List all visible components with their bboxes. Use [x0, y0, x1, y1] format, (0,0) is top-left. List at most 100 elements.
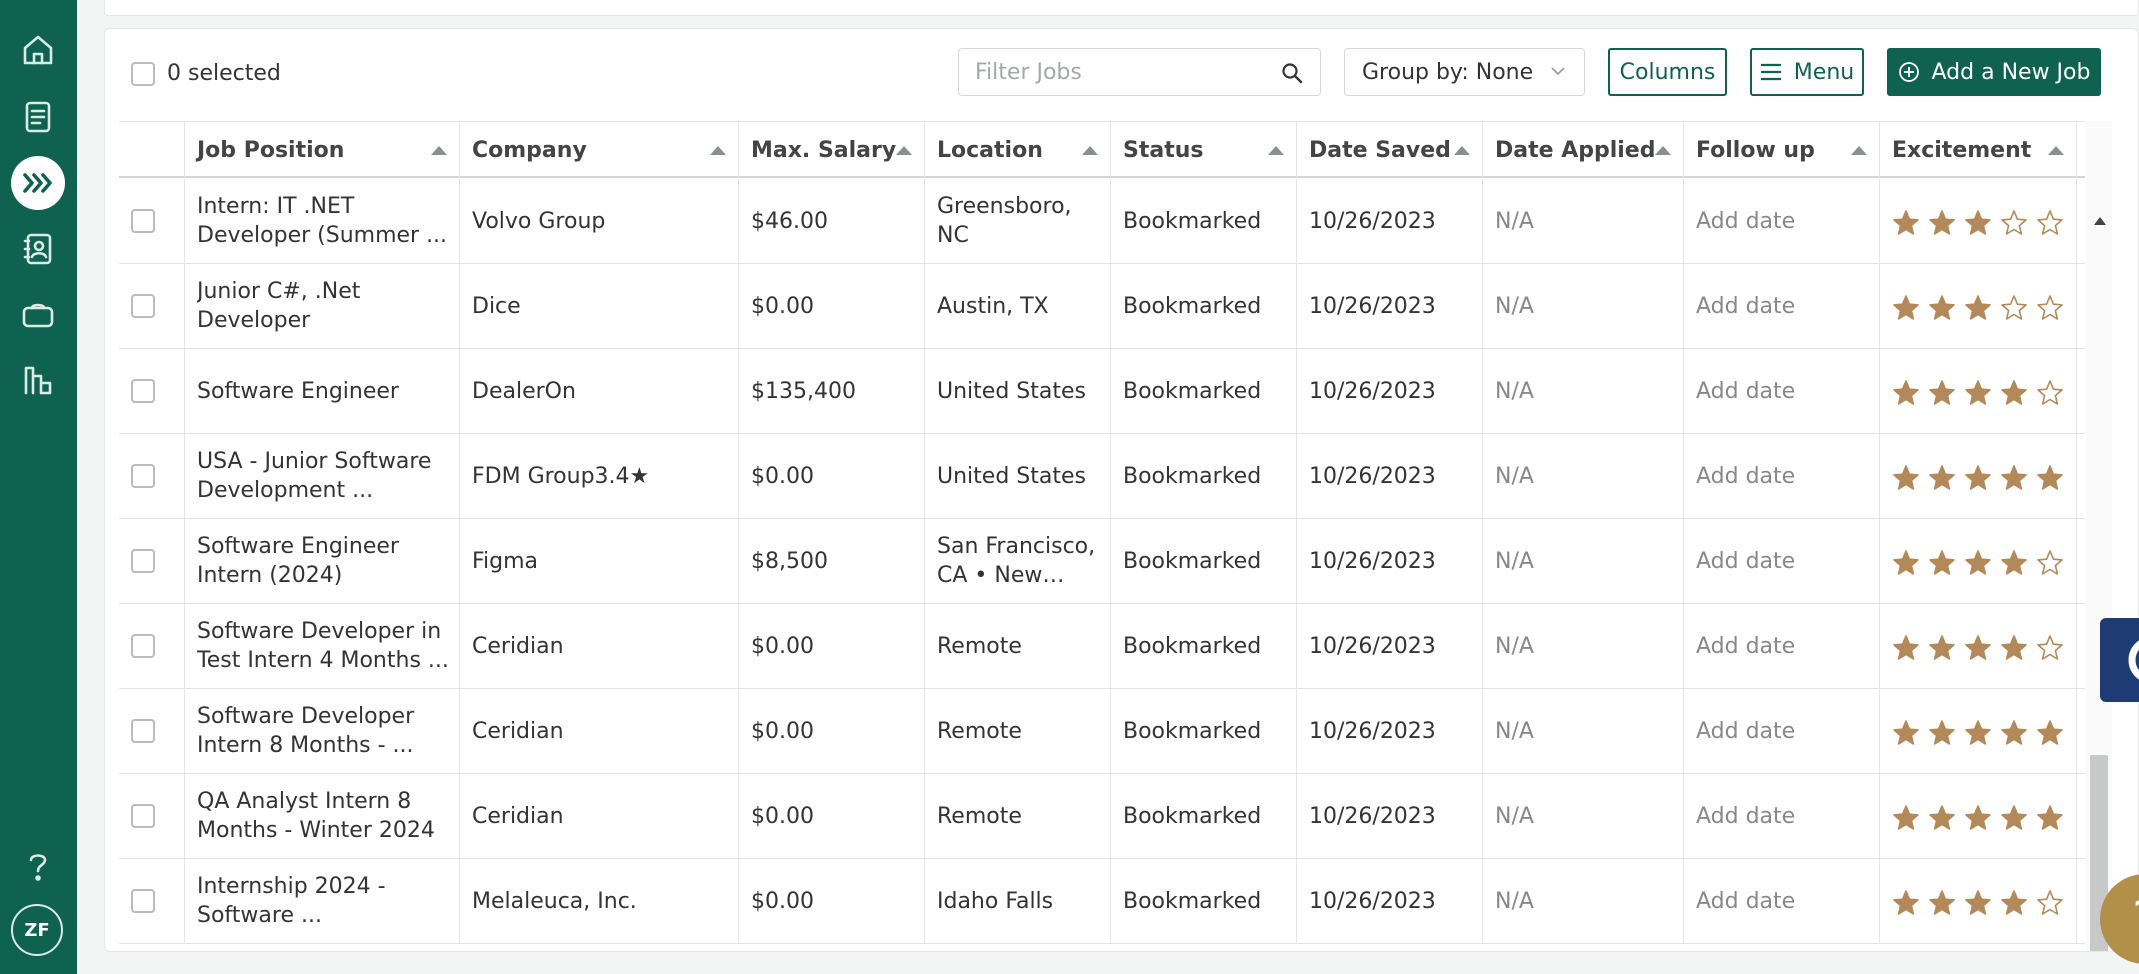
cell-status[interactable]: Bookmarked — [1111, 689, 1297, 773]
star-filled-icon[interactable] — [1892, 209, 1920, 237]
document-icon[interactable] — [18, 97, 58, 137]
sort-arrow-icon[interactable] — [896, 146, 912, 155]
header-job-position[interactable]: Job Position — [185, 122, 460, 178]
sort-arrow-icon[interactable] — [1082, 146, 1098, 155]
sort-arrow-icon[interactable] — [1851, 146, 1867, 155]
star-filled-icon[interactable] — [1928, 549, 1956, 577]
header-location[interactable]: Location — [925, 122, 1111, 178]
star-filled-icon[interactable] — [2000, 804, 2028, 832]
avatar[interactable]: ZF — [11, 904, 63, 956]
sort-arrow-icon[interactable] — [1655, 146, 1671, 155]
excitement-rating[interactable] — [1892, 205, 2064, 237]
star-filled-icon[interactable] — [1928, 889, 1956, 917]
row-checkbox[interactable] — [131, 804, 155, 828]
cell-date-applied[interactable]: N/A — [1483, 349, 1684, 433]
star-filled-icon[interactable] — [1928, 294, 1956, 322]
table-row[interactable]: Software Engineer Intern (2024) Figma $8,5… — [119, 519, 2085, 604]
star-filled-icon[interactable] — [1892, 379, 1920, 407]
cell-job-position[interactable]: Software Developer in Test Intern 4 Mont… — [185, 604, 460, 688]
cell-status[interactable]: Bookmarked — [1111, 604, 1297, 688]
star-filled-icon[interactable] — [1964, 549, 1992, 577]
excitement-rating[interactable] — [1892, 375, 2064, 407]
star-empty-icon[interactable] — [2036, 294, 2064, 322]
select-all-checkbox[interactable] — [131, 61, 155, 86]
star-empty-icon[interactable] — [2000, 294, 2028, 322]
sort-arrow-icon[interactable] — [710, 146, 726, 155]
table-row[interactable]: Junior C#, .Net Developer Dice $0.00 Austin… — [119, 264, 2085, 349]
star-filled-icon[interactable] — [1892, 804, 1920, 832]
row-checkbox[interactable] — [131, 719, 155, 743]
row-select[interactable] — [119, 604, 185, 688]
excitement-rating[interactable] — [1892, 290, 2064, 322]
star-empty-icon[interactable] — [2036, 549, 2064, 577]
star-filled-icon[interactable] — [1892, 294, 1920, 322]
group-by-select[interactable]: Group by: None — [1344, 48, 1585, 96]
cell-status[interactable]: Bookmarked — [1111, 434, 1297, 518]
table-row[interactable]: Software Developer in Test Intern 4 Mont… — [119, 604, 2085, 689]
star-filled-icon[interactable] — [1964, 209, 1992, 237]
cell-date-applied[interactable]: N/A — [1483, 689, 1684, 773]
cell-date-applied[interactable]: N/A — [1483, 434, 1684, 518]
row-select[interactable] — [119, 264, 185, 348]
star-filled-icon[interactable] — [1964, 634, 1992, 662]
cell-job-position[interactable]: Internship 2024 - Software ... — [185, 859, 460, 943]
search-icon[interactable] — [1280, 61, 1304, 85]
cell-job-position[interactable]: Intern: IT .NET Developer (Summer ... — [185, 179, 460, 263]
star-filled-icon[interactable] — [2036, 719, 2064, 747]
star-filled-icon[interactable] — [2000, 719, 2028, 747]
table-row[interactable]: USA - Junior Software Development ... FDM… — [119, 434, 2085, 519]
cell-follow-up[interactable]: Add date — [1684, 604, 1880, 688]
row-checkbox[interactable] — [131, 209, 155, 233]
star-filled-icon[interactable] — [1928, 634, 1956, 662]
cell-follow-up[interactable]: Add date — [1684, 859, 1880, 943]
row-checkbox[interactable] — [131, 379, 155, 403]
cell-status[interactable]: Bookmarked — [1111, 349, 1297, 433]
star-filled-icon[interactable] — [1964, 294, 1992, 322]
sort-arrow-icon[interactable] — [1454, 146, 1470, 155]
cell-job-position[interactable]: USA - Junior Software Development ... — [185, 434, 460, 518]
star-filled-icon[interactable] — [2036, 464, 2064, 492]
table-row[interactable]: Internship 2024 - Software ... Melaleuca,… — [119, 859, 2085, 944]
star-empty-icon[interactable] — [2000, 209, 2028, 237]
header-date-applied[interactable]: Date Applied — [1483, 122, 1684, 178]
star-filled-icon[interactable] — [2000, 464, 2028, 492]
row-select[interactable] — [119, 519, 185, 603]
row-checkbox[interactable] — [131, 464, 155, 488]
star-empty-icon[interactable] — [2036, 889, 2064, 917]
header-max-salary[interactable]: Max. Salary — [739, 122, 925, 178]
sort-arrow-icon[interactable] — [431, 146, 447, 155]
star-filled-icon[interactable] — [2000, 379, 2028, 407]
star-filled-icon[interactable] — [1964, 379, 1992, 407]
star-empty-icon[interactable] — [2036, 634, 2064, 662]
floating-extension-widget[interactable] — [2100, 618, 2139, 702]
star-filled-icon[interactable] — [2036, 804, 2064, 832]
star-filled-icon[interactable] — [1964, 719, 1992, 747]
excitement-rating[interactable] — [1892, 715, 2064, 747]
cell-status[interactable]: Bookmarked — [1111, 264, 1297, 348]
excitement-rating[interactable] — [1892, 800, 2064, 832]
star-filled-icon[interactable] — [1892, 464, 1920, 492]
cell-follow-up[interactable]: Add date — [1684, 264, 1880, 348]
cell-status[interactable]: Bookmarked — [1111, 519, 1297, 603]
star-filled-icon[interactable] — [2000, 634, 2028, 662]
cell-follow-up[interactable]: Add date — [1684, 689, 1880, 773]
star-filled-icon[interactable] — [1928, 464, 1956, 492]
star-filled-icon[interactable] — [1892, 719, 1920, 747]
star-filled-icon[interactable] — [1964, 804, 1992, 832]
filter-jobs-field[interactable] — [958, 48, 1321, 96]
row-select[interactable] — [119, 179, 185, 263]
star-filled-icon[interactable] — [1928, 719, 1956, 747]
row-select[interactable] — [119, 689, 185, 773]
star-empty-icon[interactable] — [2036, 379, 2064, 407]
cell-job-position[interactable]: Junior C#, .Net Developer — [185, 264, 460, 348]
header-status[interactable]: Status — [1111, 122, 1297, 178]
add-new-job-button[interactable]: Add a New Job — [1887, 48, 2101, 96]
star-filled-icon[interactable] — [1892, 634, 1920, 662]
star-filled-icon[interactable] — [1928, 804, 1956, 832]
excitement-rating[interactable] — [1892, 460, 2064, 492]
cell-date-applied[interactable]: N/A — [1483, 519, 1684, 603]
star-empty-icon[interactable] — [2036, 209, 2064, 237]
star-filled-icon[interactable] — [1964, 889, 1992, 917]
cell-job-position[interactable]: Software Developer Intern 8 Months - ... — [185, 689, 460, 773]
star-filled-icon[interactable] — [1892, 889, 1920, 917]
